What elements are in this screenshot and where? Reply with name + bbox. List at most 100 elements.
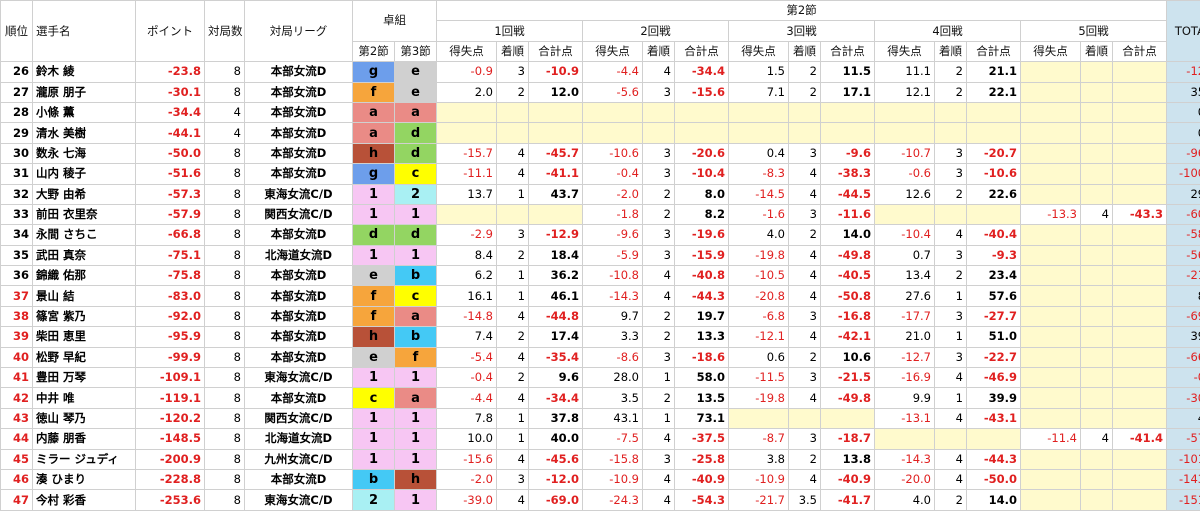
points-cell: -66.8: [135, 224, 205, 246]
round-total-cell: -44.3: [674, 285, 729, 307]
round-score-cell: [874, 101, 935, 124]
round-score-cell: [436, 122, 497, 144]
round-place-cell: 2: [496, 326, 529, 348]
round-place-cell: 1: [496, 428, 529, 450]
round-score-cell: -10.6: [582, 142, 643, 165]
round-score-cell: -14.8: [436, 305, 497, 328]
table-group-cell-t3: c: [394, 163, 437, 185]
round-place-cell: [496, 122, 529, 144]
round-score-cell: [1020, 183, 1081, 205]
round-total-cell: [1111, 101, 1168, 124]
league-cell: 本部女流D: [244, 346, 353, 369]
round-place-cell: [1080, 489, 1113, 511]
round-score-cell: 8.4: [436, 244, 497, 267]
table-group-cell-t2: d: [352, 224, 395, 246]
games-cell: 4: [204, 101, 245, 124]
total-cell: -96.6: [1166, 142, 1200, 165]
round-score-cell: 9.9: [874, 387, 935, 409]
games-cell: 8: [204, 163, 245, 185]
round-total-cell: -16.8: [820, 305, 875, 328]
round-place-cell: 1: [934, 285, 967, 307]
round-score-cell: -1.6: [728, 203, 789, 226]
round-score-cell: 12.1: [874, 81, 935, 103]
round-score-cell: [1020, 285, 1081, 307]
round-total-cell: 18.4: [528, 244, 583, 267]
total-cell: -12.7: [1166, 61, 1200, 83]
table-group-cell-t3: 1: [394, 203, 437, 226]
round-total-cell: -27.7: [966, 305, 1021, 328]
round-place-cell: 1: [496, 265, 529, 287]
round-total-cell: [1111, 163, 1168, 185]
round-total-cell: -40.4: [966, 224, 1021, 246]
round-total-cell: [528, 122, 583, 144]
round-score-cell: -19.8: [728, 244, 789, 267]
round-total-cell: [820, 407, 875, 430]
round-place-cell: 3.5: [788, 489, 821, 511]
round-score-cell: -0.9: [436, 61, 497, 83]
round-total-cell: 39.9: [966, 387, 1021, 409]
round-header: 5回戦: [1019, 20, 1168, 42]
round-score-cell: -10.5: [728, 265, 789, 287]
round-total-cell: 13.3: [674, 326, 729, 348]
table-row: 41 豊田 万琴 -109.1 8 東海女流C/D 1 1 -0.4 2 9.6 28.0 1 58.0…: [0, 367, 1200, 389]
round-score-cell: -6.8: [728, 305, 789, 328]
round-place-cell: 4: [788, 387, 821, 409]
round-score-cell: -2.0: [436, 468, 497, 491]
round-score-cell: -19.8: [728, 387, 789, 409]
round-score-cell: -4.4: [436, 387, 497, 409]
rank-cell: 32: [0, 183, 33, 205]
round-score-cell: -10.9: [582, 468, 643, 491]
round-score-cell: -0.4: [436, 367, 497, 389]
round-score-cell: 9.7: [582, 305, 643, 328]
round-score-cell: [1020, 122, 1081, 144]
round-place-cell: 4: [496, 489, 529, 511]
round-score-cell: 0.4: [728, 142, 789, 165]
table-row: 30 数永 七海 -50.0 8 本部女流D h d -15.7 4 -45.7 -10.6 3 -20…: [0, 142, 1200, 165]
table-group-cell-t2: a: [352, 101, 395, 124]
round-total-cell: [528, 203, 583, 226]
round-place-cell: 3: [934, 346, 967, 369]
section-header: 第2節: [435, 0, 1168, 22]
games-cell: 8: [204, 244, 245, 267]
round-place-cell: [934, 101, 967, 124]
round-score-cell: 3.3: [582, 326, 643, 348]
player-name-cell: 武田 真奈: [32, 244, 136, 267]
round-place-cell: [1080, 468, 1113, 491]
round-place-cell: 2: [496, 367, 529, 389]
round-place-cell: [1080, 326, 1113, 348]
table-group-cell-t3: 1: [394, 489, 437, 511]
round-total-cell: 43.7: [528, 183, 583, 205]
round-place-cell: 4: [1080, 203, 1113, 226]
round-place-cell: 2: [934, 183, 967, 205]
round-place-cell: 4: [934, 407, 967, 430]
round-total-cell: -49.8: [820, 244, 875, 267]
table-row: 28小條 薫-34.44本部女流Daa0.0: [0, 101, 1200, 124]
round-place-cell: 2: [642, 387, 675, 409]
points-cell: -23.8: [135, 61, 205, 83]
player-name-cell: 数永 七海: [32, 142, 136, 165]
round-place-cell: 3: [496, 61, 529, 83]
round-total-cell: 36.2: [528, 265, 583, 287]
round-score-cell: -13.3: [1020, 203, 1081, 226]
round-total-cell: -37.5: [674, 428, 729, 450]
standings-table: 順位 選手名 ポイント 対局数 対局リーグ 卓組 第2節 TOTAL 1回戦2回…: [0, 0, 1200, 511]
round-place-cell: 2: [496, 244, 529, 267]
total-cell: -101.9: [1166, 448, 1200, 470]
round-total-cell: -10.6: [966, 163, 1021, 185]
league-cell: 北海道女流D: [244, 244, 353, 267]
league-cell: 関西女流C/D: [244, 407, 353, 430]
league-cell: 本部女流D: [244, 305, 353, 328]
round-score-cell: [874, 203, 935, 226]
round-place-cell: [1080, 81, 1113, 103]
points-cell: -92.0: [135, 305, 205, 328]
points-cell: -75.8: [135, 265, 205, 287]
round-total-cell: -54.3: [674, 489, 729, 511]
round-score-cell: 2.0: [436, 81, 497, 103]
round-place-cell: 2: [496, 81, 529, 103]
round-place-cell: [1080, 346, 1113, 369]
round-total-cell: -18.7: [820, 428, 875, 450]
table-row: 45 ミラー ジュディ -200.9 8 九州女流C/D 1 1 -15.6 4 -45.6 -15…: [0, 448, 1200, 470]
round-score-cell: 12.6: [874, 183, 935, 205]
round-score-cell: [582, 101, 643, 124]
sub-header-score: 得失点: [1020, 40, 1081, 63]
